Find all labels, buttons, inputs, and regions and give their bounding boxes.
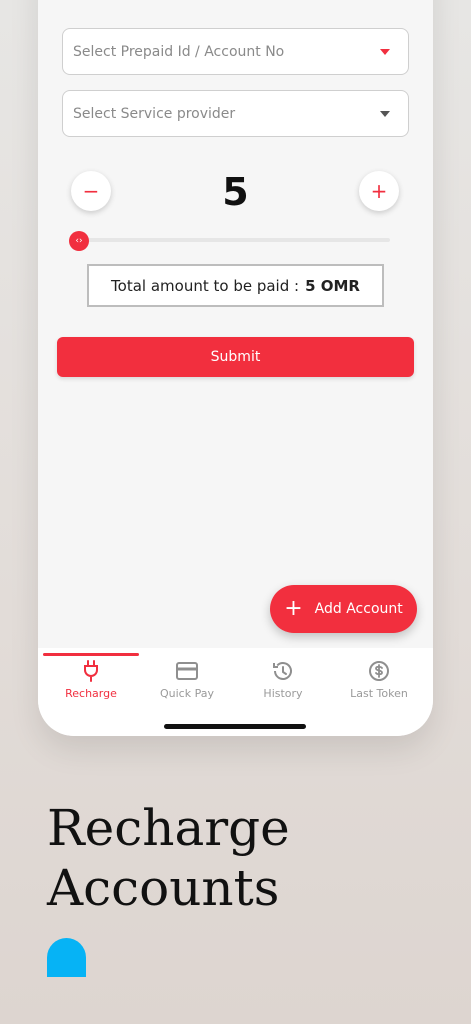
promo-headline: Recharge Accounts: [47, 798, 447, 918]
chevron-down-icon: [380, 111, 390, 117]
bottom-tab-bar: Recharge Quick Pay History Last Token: [38, 648, 433, 736]
plug-icon: [84, 660, 98, 682]
account-select[interactable]: Select Prepaid Id / Account No: [62, 28, 409, 75]
account-select-placeholder: Select Prepaid Id / Account No: [73, 43, 285, 60]
add-account-label: Add Account: [314, 601, 403, 617]
amount-slider-thumb[interactable]: ‹›: [69, 231, 89, 251]
promo-line-2: Accounts: [47, 859, 280, 917]
tab-recharge[interactable]: Recharge: [43, 648, 139, 708]
increase-button[interactable]: +: [359, 171, 399, 211]
promo-line-1: Recharge: [47, 799, 290, 857]
card-icon: [176, 662, 198, 680]
arrows-horizontal-icon: ‹›: [75, 236, 83, 246]
total-amount-box: Total amount to be paid : 5 OMR: [87, 264, 384, 307]
tab-last-token[interactable]: Last Token: [331, 648, 427, 708]
add-account-button[interactable]: + Add Account: [270, 585, 417, 633]
tab-label: Quick Pay: [160, 687, 214, 700]
submit-button[interactable]: Submit: [57, 337, 414, 377]
home-indicator: [164, 724, 306, 729]
plus-icon: +: [370, 179, 388, 203]
tab-quick-pay[interactable]: Quick Pay: [139, 648, 235, 708]
history-icon: [273, 662, 292, 680]
total-label: Total amount to be paid :: [111, 276, 300, 295]
chevron-down-icon: [380, 49, 390, 55]
tab-label: History: [263, 687, 303, 700]
dollar-icon: [369, 661, 389, 681]
decorative-shape: [47, 938, 86, 977]
tab-history[interactable]: History: [235, 648, 331, 708]
amount-slider-track[interactable]: [80, 238, 390, 242]
plus-icon: +: [284, 596, 303, 621]
tab-label: Recharge: [65, 687, 117, 700]
tab-label: Last Token: [350, 687, 408, 700]
provider-select-placeholder: Select Service provider: [73, 105, 236, 122]
total-amount: 5 OMR: [305, 276, 360, 295]
provider-select[interactable]: Select Service provider: [62, 90, 409, 137]
phone-screen: Select Prepaid Id / Account No Select Se…: [38, 0, 433, 736]
